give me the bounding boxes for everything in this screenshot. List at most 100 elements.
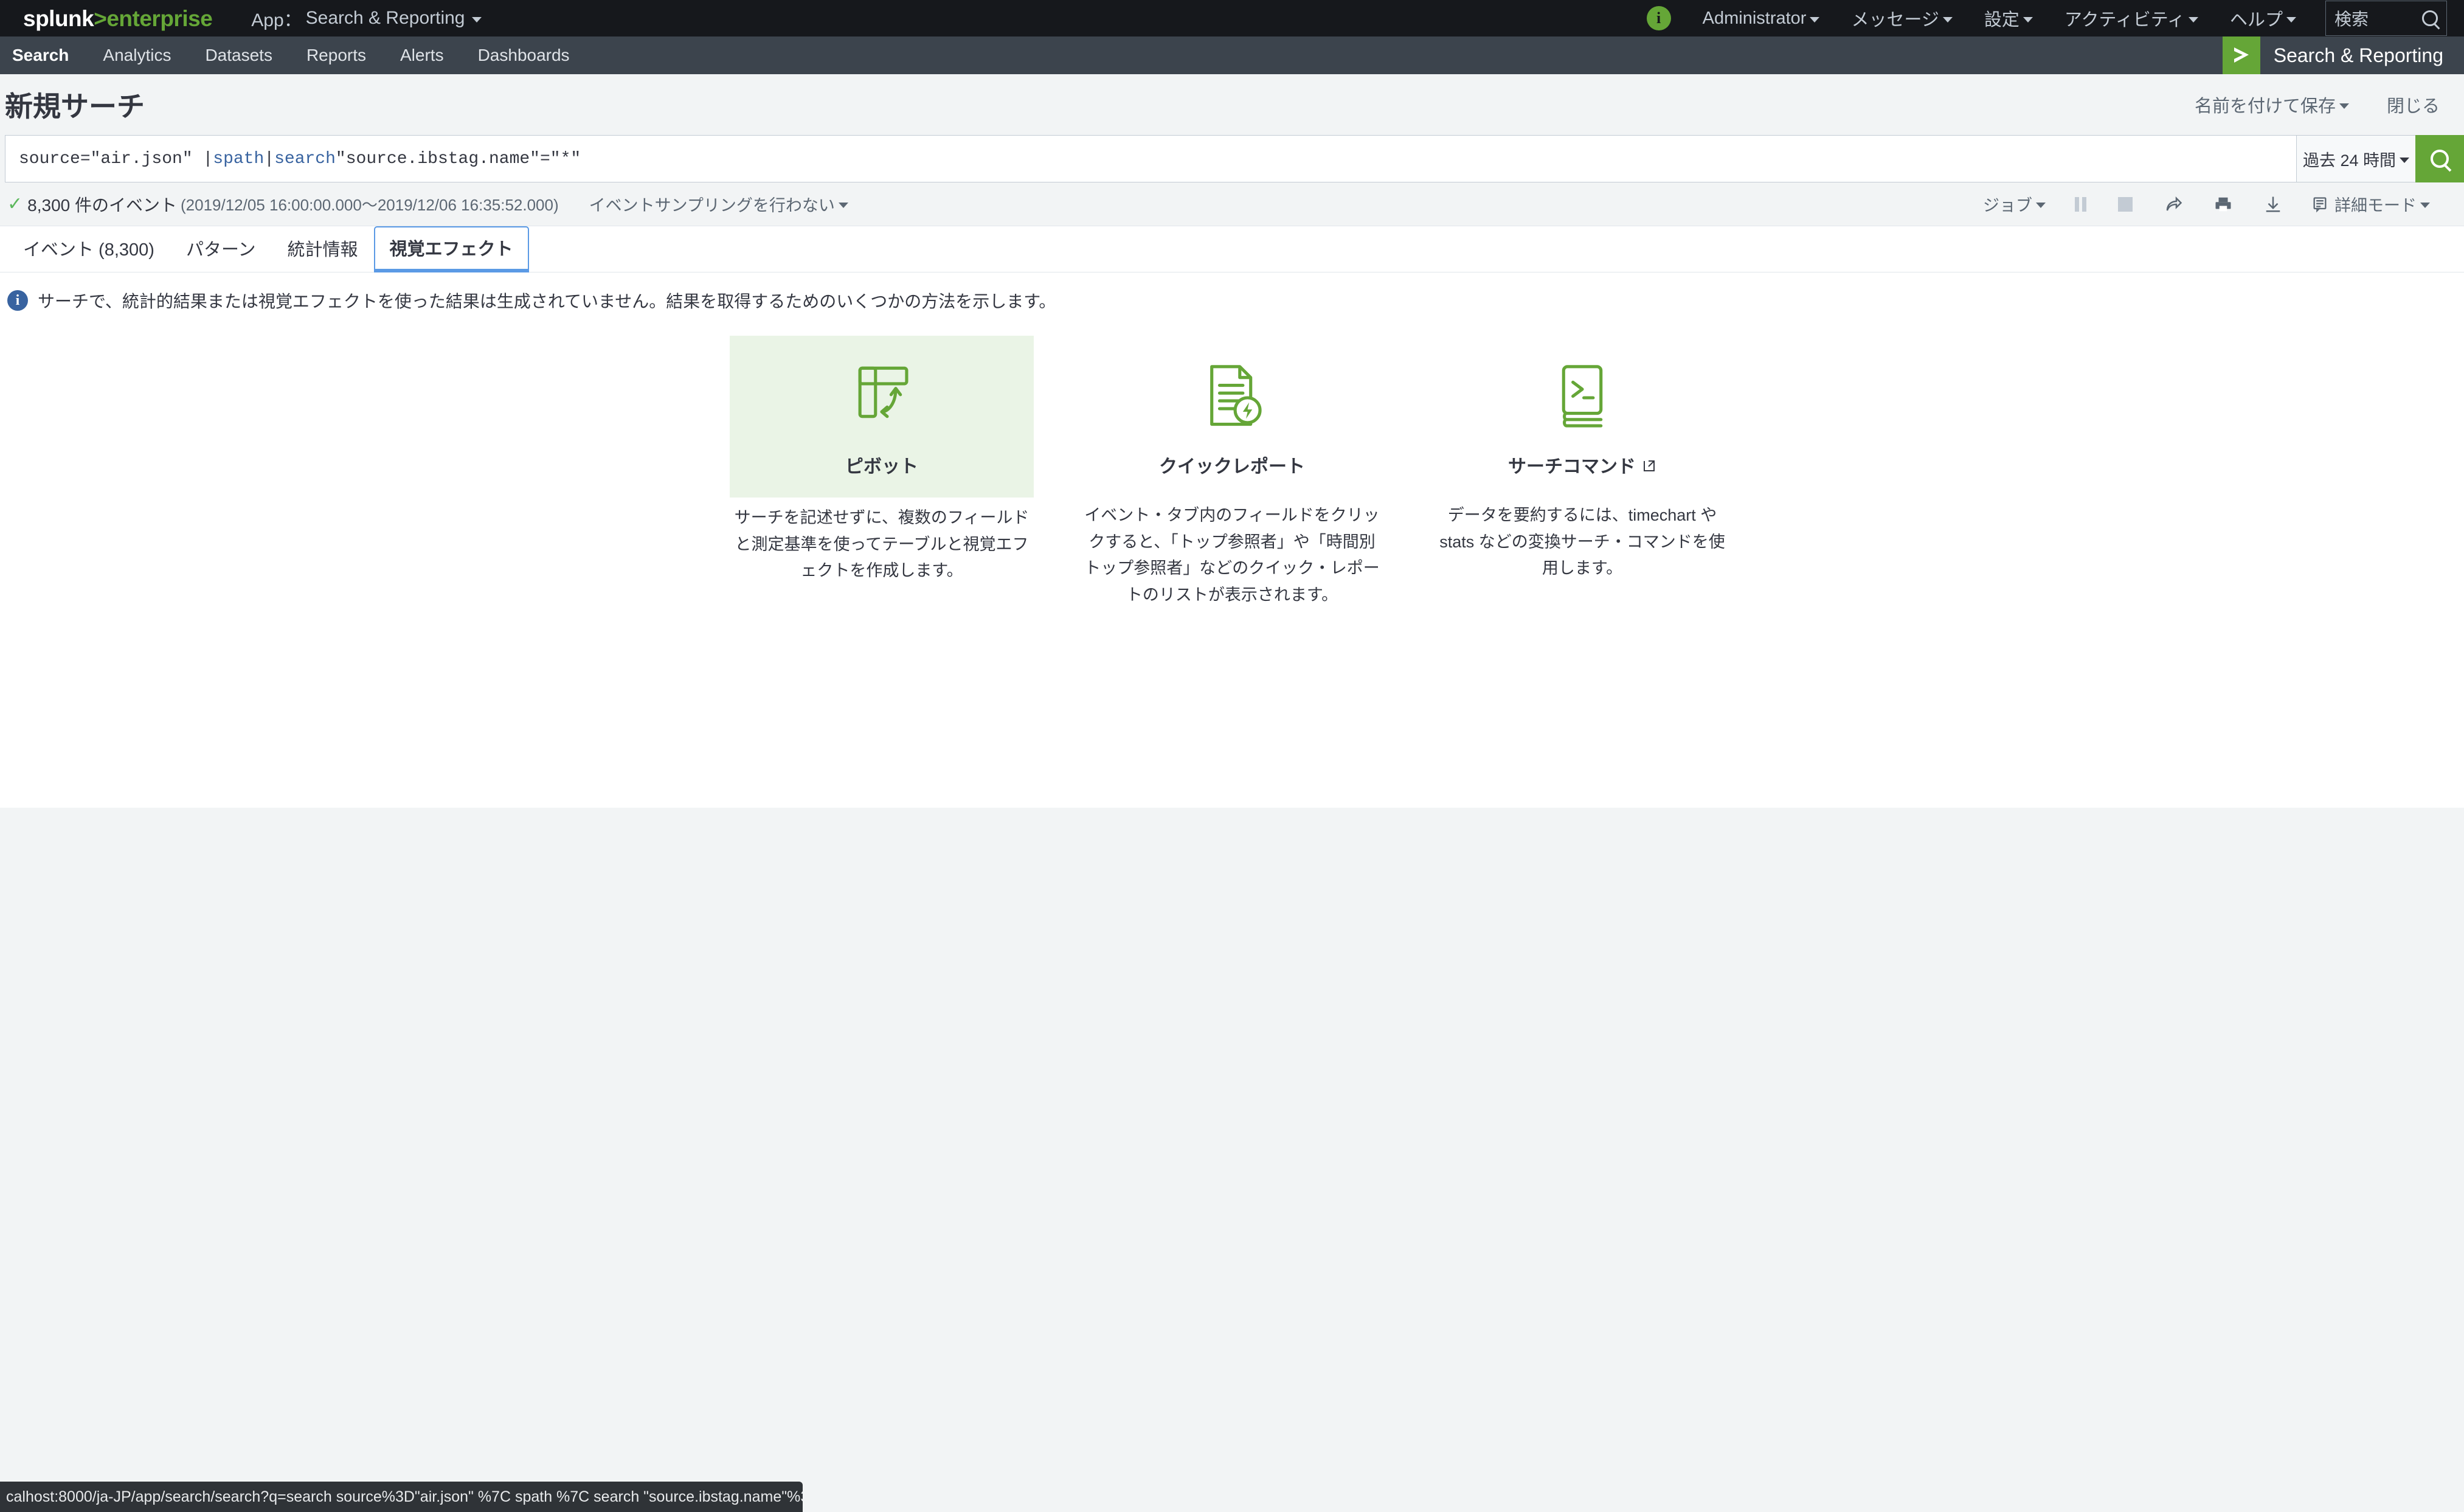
- topnav-item-settings[interactable]: 設定: [1968, 5, 2049, 31]
- chevron-down-icon: [472, 16, 482, 23]
- empty-page-background: [0, 808, 2464, 1512]
- share-button[interactable]: [2148, 195, 2198, 213]
- query-token-plain-1: source="air.json" |: [19, 149, 213, 168]
- app-name-label: Search & Reporting: [2273, 44, 2443, 66]
- search-mode-dropdown[interactable]: 詳細モード: [2298, 192, 2443, 216]
- search-commands-icon: [1543, 336, 1621, 445]
- card-search-commands[interactable]: サーチコマンド データを要約するには、timechart や stats などの…: [1430, 336, 1734, 609]
- topnav-item-administrator[interactable]: Administrator: [1687, 9, 1836, 29]
- search-icon: [2431, 150, 2449, 168]
- info-icon: i: [7, 290, 28, 311]
- mode-icon: [2313, 196, 2327, 212]
- browser-status-bar: calhost:8000/ja-JP/app/search/search?q=s…: [0, 1482, 803, 1512]
- query-token-plain-2: |: [264, 149, 275, 168]
- topnav-item-label: 設定: [1984, 10, 2019, 30]
- print-button[interactable]: [2198, 195, 2248, 213]
- topnav-item-label: メッセージ: [1851, 10, 1939, 30]
- tab-statistics[interactable]: 統計情報: [272, 235, 374, 272]
- app-nav-item-datasets[interactable]: Datasets: [188, 36, 289, 74]
- search-mode-label: 詳細モード: [2334, 196, 2417, 215]
- job-label: ジョブ: [1983, 196, 2032, 215]
- event-sampling-dropdown[interactable]: イベントサンプリングを行わない: [589, 192, 848, 216]
- card-title-text: サーチコマンド: [1508, 457, 1636, 477]
- chevron-down-icon: [2023, 16, 2033, 23]
- logo-main-text: splunk: [23, 5, 94, 31]
- card-pivot-description: サーチを記述せずに、複数のフィールドと測定基準を使ってテーブルと視覚エフェクトを…: [734, 508, 1030, 580]
- query-token-command-search: search: [274, 149, 336, 168]
- chevron-down-icon: [838, 203, 848, 208]
- chevron-down-icon: [2400, 157, 2410, 163]
- stop-icon: [2118, 196, 2133, 212]
- chevron-down-icon: [2036, 203, 2046, 208]
- stop-button[interactable]: [2102, 196, 2148, 212]
- card-pivot-highlight: ピボット: [730, 336, 1034, 498]
- pause-button[interactable]: [2059, 196, 2102, 212]
- search-status-row: ✓ 8,300 件のイベント (2019/12/05 16:00:00.000〜…: [0, 182, 2464, 226]
- card-quick-report-title: クイックレポート: [1159, 445, 1305, 495]
- card-pivot-title: ピボット: [730, 445, 1034, 495]
- chevron-down-icon: [2420, 203, 2430, 208]
- run-search-button[interactable]: [2415, 135, 2464, 182]
- share-icon: [2166, 196, 2182, 210]
- event-count-label: 8,300 件のイベント: [27, 195, 177, 215]
- splunk-logo[interactable]: splunk > enterprise: [23, 5, 213, 31]
- job-dropdown[interactable]: ジョブ: [1970, 192, 2059, 216]
- app-selector-value: Search & Reporting: [305, 8, 465, 28]
- chevron-down-icon: [1942, 16, 1953, 23]
- card-search-commands-title: サーチコマンド: [1508, 445, 1656, 495]
- top-navigation-right-group: i Administrator メッセージ 設定 アクティビティ ヘルプ 検索: [1646, 1, 2447, 36]
- card-title-text: クイックレポート: [1159, 457, 1305, 477]
- page-actions-group: 名前を付けて保存 閉じる: [2195, 92, 2440, 117]
- pause-icon: [2075, 196, 2086, 212]
- card-quick-report-description: イベント・タブ内のフィールドをクリックすると、「トップ参照者」や「時間別トップ参…: [1084, 506, 1380, 605]
- app-nav-item-analytics[interactable]: Analytics: [86, 36, 188, 74]
- app-nav-item-reports[interactable]: Reports: [289, 36, 383, 74]
- checkmark-icon: ✓: [7, 193, 23, 214]
- topnav-item-messages[interactable]: メッセージ: [1835, 5, 1968, 31]
- card-quick-report[interactable]: クイックレポート イベント・タブ内のフィールドをクリックすると、「トップ参照者」…: [1080, 336, 1384, 609]
- app-navigation-bar: Search Analytics Datasets Reports Alerts…: [0, 36, 2464, 74]
- card-pivot[interactable]: ピボット サーチを記述せずに、複数のフィールドと測定基準を使ってテーブルと視覚エ…: [730, 336, 1034, 609]
- tab-patterns[interactable]: パターン: [170, 235, 272, 272]
- app-selector-label: App：: [251, 10, 302, 30]
- app-nav-item-search[interactable]: Search: [0, 36, 86, 74]
- card-title-text: ピボット: [845, 457, 918, 477]
- quick-report-icon: [1193, 336, 1271, 445]
- time-range-label: 過去 24 時間: [2302, 151, 2397, 170]
- page-title: 新規サーチ: [5, 91, 145, 122]
- app-nav-item-alerts[interactable]: Alerts: [383, 36, 461, 74]
- tab-visualization[interactable]: 視覚エフェクト: [373, 226, 529, 272]
- global-search-input[interactable]: 検索: [2325, 1, 2447, 36]
- search-query-input[interactable]: source="air.json" | spath | search "sour…: [5, 135, 2296, 182]
- splunk-chevron-icon: [2222, 36, 2260, 74]
- topnav-item-label: アクティビティ: [2064, 10, 2185, 30]
- time-range-picker[interactable]: 過去 24 時間: [2296, 135, 2415, 182]
- chevron-down-icon: [2339, 103, 2349, 109]
- no-results-info-message: i サーチで、統計的結果または視覚エフェクトを使った結果は生成されていません。結…: [0, 272, 2464, 328]
- logo-arrow: >: [94, 5, 107, 31]
- save-as-button[interactable]: 名前を付けて保存: [2195, 92, 2349, 117]
- info-message-text: サーチで、統計的結果または視覚エフェクトを使った結果は生成されていません。結果を…: [38, 292, 1056, 311]
- suggestions-content-area: ピボット サーチを記述せずに、複数のフィールドと測定基準を使ってテーブルと視覚エ…: [0, 328, 2464, 779]
- download-icon: [2266, 196, 2280, 212]
- suggestion-cards: ピボット サーチを記述せずに、複数のフィールドと測定基準を使ってテーブルと視覚エ…: [0, 328, 2464, 609]
- chevron-down-icon: [2188, 16, 2198, 23]
- info-badge-icon[interactable]: i: [1646, 6, 1671, 30]
- app-selector-dropdown[interactable]: App： Search & Reporting: [251, 5, 482, 32]
- query-token-plain-3: "source.ibstag.name"="*": [335, 149, 581, 168]
- close-button[interactable]: 閉じる: [2387, 92, 2440, 117]
- tab-events[interactable]: イベント (8,300): [7, 235, 170, 272]
- search-bar-row: source="air.json" | spath | search "sour…: [0, 135, 2464, 182]
- topnav-item-help[interactable]: ヘルプ: [2214, 5, 2312, 31]
- external-link-icon: [1642, 457, 1656, 472]
- export-button[interactable]: [2248, 195, 2298, 213]
- save-as-label: 名前を付けて保存: [2194, 97, 2336, 116]
- topnav-item-activity[interactable]: アクティビティ: [2049, 5, 2214, 31]
- topnav-item-label: ヘルプ: [2229, 10, 2283, 30]
- app-nav-items: Search Analytics Datasets Reports Alerts…: [0, 36, 587, 74]
- app-nav-item-dashboards[interactable]: Dashboards: [461, 36, 587, 74]
- chevron-down-icon: [2286, 16, 2296, 23]
- event-sampling-label: イベントサンプリングを行わない: [589, 196, 835, 215]
- app-branding-group: Search & Reporting: [2222, 36, 2464, 74]
- results-tab-bar: イベント (8,300) パターン 統計情報 視覚エフェクト: [0, 226, 2464, 272]
